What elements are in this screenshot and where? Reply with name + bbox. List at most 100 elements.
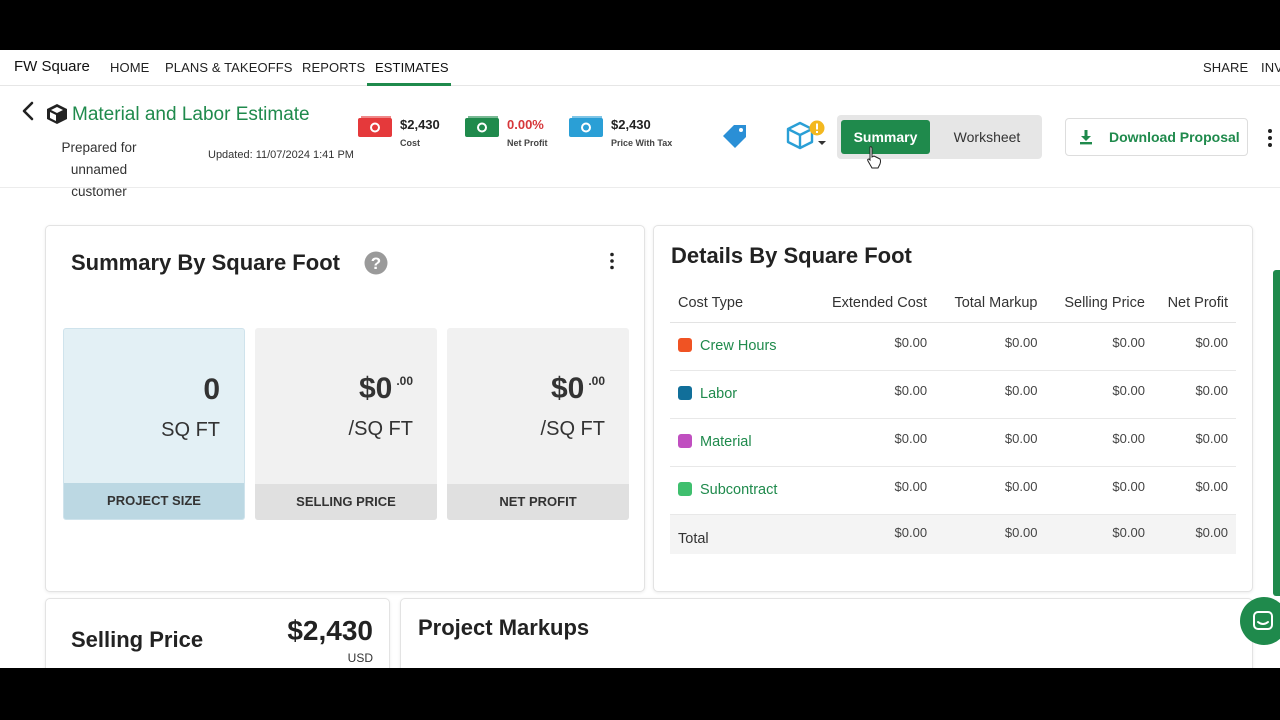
total-markup-cell: $0.00 — [935, 418, 1046, 467]
cost-type-cell[interactable]: Material — [670, 418, 810, 467]
selling-price-value: $2,430 — [287, 615, 373, 646]
extended-cost-cell: $0.00 — [809, 322, 936, 371]
prepared-for[interactable]: Prepared for unnamed customer — [46, 137, 152, 203]
chat-launcher-button[interactable] — [1240, 597, 1280, 645]
extended-cost-cell: $0.00 — [809, 466, 936, 515]
total-row: Total $0.00 $0.00 $0.00 $0.00 — [670, 514, 1236, 554]
prepared-for-label: Prepared for — [61, 140, 137, 155]
net-profit-unit: /SQ FT — [540, 418, 605, 440]
net-profit-per-sqft-cents: .00 — [588, 374, 605, 388]
updated-timestamp: Updated: 11/07/2024 1:41 PM — [208, 149, 354, 161]
selling-price-cell: $0.00 — [1045, 418, 1153, 467]
column-header: Selling Price — [1045, 284, 1153, 323]
color-swatch — [678, 386, 692, 400]
selling-price-per-sqft-cents: .00 — [396, 374, 413, 388]
details-card-title: Details By Square Foot — [671, 243, 912, 268]
net-profit-value: 0.00% — [507, 117, 544, 132]
brand-logo[interactable]: FW Square — [14, 58, 90, 75]
net-profit-label: Net Profit — [507, 138, 548, 148]
cost-type-label: Crew Hours — [700, 338, 777, 354]
cost-type-cell[interactable]: Labor — [670, 370, 810, 419]
chevron-down-icon — [818, 141, 826, 145]
project-size-tile[interactable]: 0 SQ FT PROJECT SIZE — [63, 328, 245, 520]
table-row: Material $0.00 $0.00 $0.00 $0.00 — [670, 418, 1236, 467]
summary-toggle-button[interactable]: Summary — [841, 120, 930, 154]
selling-price-cell: $0.00 — [1045, 466, 1153, 515]
net-profit-per-sqft: $0.00 — [551, 372, 605, 406]
price-with-tax-value: $2,430 — [611, 117, 651, 132]
net-profit-cell: $0.00 — [1152, 418, 1236, 467]
cost-type-cell[interactable]: Subcontract — [670, 466, 810, 515]
net-profit-label: NET PROFIT — [447, 484, 629, 520]
color-swatch — [678, 338, 692, 352]
net-profit-cell: $0.00 — [1152, 466, 1236, 515]
hand-cursor-icon — [867, 146, 881, 169]
price-tag-icon[interactable] — [720, 122, 750, 152]
project-size-value: 0 — [203, 373, 220, 406]
selling-price-cell: $0.00 — [1045, 370, 1153, 419]
project-markups-title: Project Markups — [418, 615, 590, 640]
back-arrow-icon[interactable] — [20, 101, 36, 121]
table-header-row: Cost Type Extended Cost Total Markup Sel… — [670, 284, 1236, 323]
money-icon — [569, 116, 603, 137]
estimate-title[interactable]: Material and Labor Estimate — [72, 104, 310, 126]
money-icon — [465, 116, 499, 137]
selling-price-per-sqft: $0.00 — [359, 372, 413, 406]
selling-price-cell: $0.00 — [1045, 322, 1153, 371]
selling-price-unit: /SQ FT — [348, 418, 413, 440]
net-profit-tile[interactable]: $0.00 /SQ FT NET PROFIT — [447, 328, 629, 520]
project-size-label: PROJECT SIZE — [64, 483, 244, 519]
help-icon[interactable]: ? — [364, 251, 388, 275]
summary-card-title: Summary By Square Foot — [71, 250, 340, 275]
download-proposal-label: Download Proposal — [1109, 129, 1240, 145]
download-proposal-button[interactable]: Download Proposal — [1065, 118, 1248, 156]
active-tab-indicator — [367, 83, 451, 86]
net-profit-cell: $0.00 — [1152, 370, 1236, 419]
download-icon — [1080, 130, 1092, 145]
more-options-icon[interactable] — [1266, 128, 1274, 148]
nav-estimates[interactable]: ESTIMATES — [375, 60, 449, 75]
project-size-unit: SQ FT — [161, 419, 220, 441]
nav-reports[interactable]: REPORTS — [302, 60, 365, 75]
nav-invite[interactable]: INV — [1261, 60, 1280, 75]
cost-value: $2,430 — [400, 117, 440, 132]
chat-icon — [1253, 611, 1273, 630]
color-swatch — [678, 434, 692, 448]
worksheet-toggle-button[interactable]: Worksheet — [937, 120, 1037, 154]
cost-type-cell[interactable]: Crew Hours — [670, 322, 810, 371]
column-header: Total Markup — [935, 284, 1046, 323]
nav-home[interactable]: HOME — [110, 60, 149, 75]
total-markup-cell: $0.00 — [935, 322, 1046, 371]
total-markup-cell: $0.00 — [935, 466, 1046, 515]
scroll-indicator[interactable] — [1273, 270, 1280, 596]
selling-price-per-sqft-value: $0 — [358, 372, 393, 405]
selling-price-card: Selling Price $2,430 USD — [45, 598, 390, 668]
total-label: Total — [670, 514, 810, 554]
nav-share[interactable]: SHARE — [1203, 60, 1248, 75]
catalog-menu[interactable] — [785, 120, 829, 150]
customer-name: unnamed customer — [70, 162, 128, 199]
column-header: Cost Type — [670, 284, 810, 323]
money-icon — [358, 116, 392, 137]
selling-price-tile[interactable]: $0.00 /SQ FT SELLING PRICE — [255, 328, 437, 520]
currency-label: USD — [347, 651, 373, 665]
table-row: Labor $0.00 $0.00 $0.00 $0.00 — [670, 370, 1236, 419]
table-row: Subcontract $0.00 $0.00 $0.00 $0.00 — [670, 466, 1236, 515]
column-header: Net Profit — [1152, 284, 1236, 323]
net-profit-cell: $0.00 — [1152, 322, 1236, 371]
details-by-square-foot-card: Details By Square Foot Cost Type Extende… — [653, 225, 1253, 592]
nav-plans-takeoffs[interactable]: PLANS & TAKEOFFS — [165, 60, 293, 75]
net-profit-per-sqft-value: $0 — [550, 372, 585, 405]
card-menu-icon[interactable] — [609, 252, 615, 270]
project-markups-card: Project Markups — [400, 598, 1253, 668]
selling-price-label: SELLING PRICE — [255, 484, 437, 520]
summary-by-square-foot-card: Summary By Square Foot ? 0 SQ FT PROJECT… — [45, 225, 645, 592]
top-nav: FW Square HOME PLANS & TAKEOFFS REPORTS … — [0, 50, 1280, 86]
cost-type-label: Labor — [700, 386, 738, 402]
extended-cost-cell: $0.00 — [809, 370, 936, 419]
warning-badge-icon — [809, 120, 825, 136]
total-markup-cell: $0.00 — [935, 370, 1046, 419]
cost-type-label: Material — [700, 434, 752, 450]
table-row: Crew Hours $0.00 $0.00 $0.00 $0.00 — [670, 322, 1236, 371]
selling-price-cell: $0.00 — [1045, 514, 1153, 554]
